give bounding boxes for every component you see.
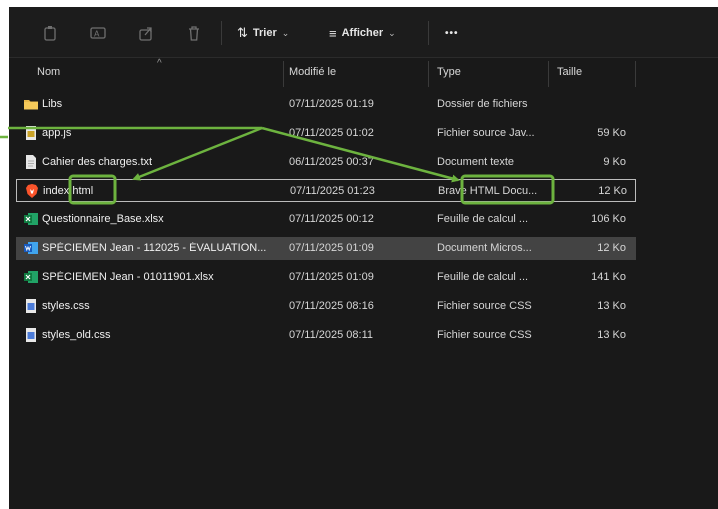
sort-label: Trier [252, 27, 277, 39]
toolbar-divider [221, 21, 222, 45]
file-name: SPÉCIEMEN Jean - 01011901.xlsx [42, 271, 214, 283]
file-type: Fichier source Jav... [437, 127, 535, 139]
file-size: 106 Ko [591, 213, 626, 225]
file-type: Fichier source CSS [437, 329, 532, 341]
column-type-header[interactable]: Type [437, 66, 461, 78]
file-name: SPÉCIEMEN Jean - 112025 - ÉVALUATION... [42, 242, 267, 254]
column-divider[interactable] [548, 61, 549, 87]
sort-arrows-icon: ⇅ [237, 25, 248, 40]
file-date: 07/11/2025 01:02 [289, 127, 374, 139]
column-divider[interactable] [283, 61, 284, 87]
file-name: Cahier des charges.txt [42, 156, 153, 168]
file-name: app.js [42, 127, 72, 139]
file-row-selected[interactable]: SPÉCIEMEN Jean - 112025 - ÉVALUATION... … [16, 237, 636, 260]
file-size: 12 Ko [598, 185, 627, 197]
file-type: Feuille de calcul ... [437, 271, 529, 283]
sort-button[interactable]: ⇅ Trier ⌄ [237, 22, 289, 44]
file-type: Document Micros... [437, 242, 532, 254]
file-size: 12 Ko [597, 242, 626, 254]
css-file-icon [26, 328, 36, 342]
chevron-down-icon: ⌄ [388, 27, 396, 38]
file-date: 07/11/2025 01:09 [289, 271, 374, 283]
css-file-icon [26, 299, 36, 313]
rename-icon[interactable]: A [87, 23, 109, 43]
file-name: styles_old.css [42, 329, 111, 341]
file-row[interactable]: Libs 07/11/2025 01:19 Dossier de fichier… [16, 93, 636, 116]
command-bar: A ⇅ Trier ⌄ ≡ Afficher ⌄ ••• [9, 7, 718, 58]
file-name: Libs [42, 98, 63, 110]
file-size: 141 Ko [591, 271, 626, 283]
svg-text:A: A [94, 30, 100, 39]
file-date: 07/11/2025 08:16 [289, 300, 374, 312]
file-size: 13 Ko [597, 300, 626, 312]
column-divider[interactable] [428, 61, 429, 87]
word-file-icon [24, 242, 38, 254]
file-date: 07/11/2025 01:09 [289, 242, 374, 254]
file-row[interactable]: styles_old.css 07/11/2025 08:11 Fichier … [16, 324, 636, 347]
chevron-down-icon: ⌄ [281, 27, 290, 38]
toolbar-divider [428, 21, 429, 45]
file-size: 13 Ko [597, 329, 626, 341]
excel-file-icon [24, 213, 38, 225]
sort-ascending-icon: ^ [157, 58, 162, 69]
brave-html-icon [26, 184, 38, 198]
file-row[interactable]: app.js 07/11/2025 01:02 Fichier source J… [16, 122, 636, 145]
file-date: 07/11/2025 01:23 [290, 185, 375, 197]
delete-icon[interactable] [183, 23, 205, 43]
js-file-icon [26, 126, 36, 140]
file-name: Questionnaire_Base.xlsx [42, 213, 164, 225]
file-name: styles.css [42, 300, 90, 312]
folder-icon [24, 100, 38, 110]
more-options-button[interactable]: ••• [445, 22, 459, 44]
file-date: 07/11/2025 00:12 [289, 213, 374, 225]
view-label: Afficher [341, 27, 384, 39]
file-name: index.html [43, 185, 94, 197]
column-modified-header[interactable]: Modifié le [289, 66, 336, 78]
view-lines-icon: ≡ [329, 25, 337, 41]
file-size: 59 Ko [597, 127, 626, 139]
file-type: Document texte [437, 156, 515, 168]
column-size-header[interactable]: Taille [557, 66, 582, 78]
file-type: Feuille de calcul ... [437, 213, 529, 225]
file-date: 07/11/2025 01:19 [289, 98, 374, 110]
file-type: Dossier de fichiers [437, 98, 528, 110]
excel-file-icon [24, 271, 38, 283]
column-name-header[interactable]: Nom [37, 66, 60, 78]
file-row[interactable]: Cahier des charges.txt 06/11/2025 00:37 … [16, 151, 636, 174]
file-row[interactable]: styles.css 07/11/2025 08:16 Fichier sour… [16, 295, 636, 318]
file-type: Fichier source CSS [437, 300, 532, 312]
file-size: 9 Ko [603, 156, 626, 168]
file-row-focused[interactable]: index.html 07/11/2025 01:23 Brave HTML D… [16, 179, 636, 202]
file-row[interactable]: SPÉCIEMEN Jean - 01011901.xlsx 07/11/202… [16, 266, 636, 289]
file-explorer-window: A ⇅ Trier ⌄ ≡ Afficher ⌄ ••• ^ Nom Modif… [9, 7, 718, 509]
file-row[interactable]: Questionnaire_Base.xlsx 07/11/2025 00:12… [16, 208, 636, 231]
file-type: Brave HTML Docu... [438, 185, 538, 197]
column-divider[interactable] [635, 61, 636, 87]
copy-icon[interactable] [39, 23, 61, 43]
view-button[interactable]: ≡ Afficher ⌄ [329, 22, 396, 44]
file-date: 06/11/2025 00:37 [289, 156, 374, 168]
column-header: ^ Nom Modifié le Type Taille [9, 58, 718, 87]
text-file-icon [26, 155, 36, 169]
file-date: 07/11/2025 08:11 [289, 329, 374, 341]
share-icon[interactable] [135, 23, 157, 43]
